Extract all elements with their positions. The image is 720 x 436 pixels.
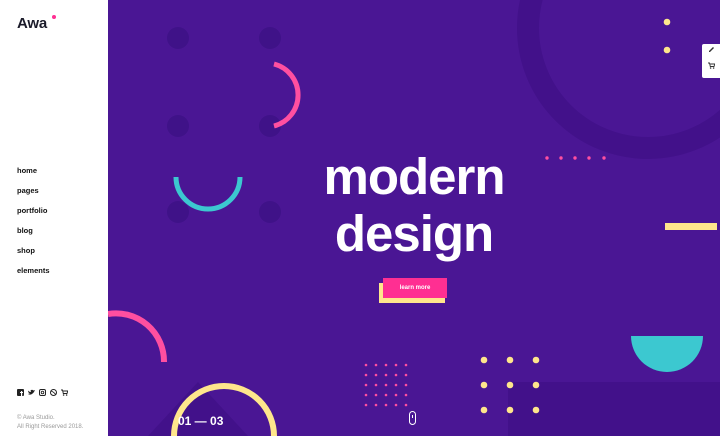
edit-icon[interactable] — [702, 44, 720, 60]
decor-pink-arc-top — [273, 61, 301, 129]
hero-headline-line-2: design — [334, 205, 494, 262]
decor-pink-dot-grid — [364, 363, 408, 407]
slide-counter: 01 — 03 — [178, 414, 224, 428]
decor-pink-arc-bottom — [108, 310, 168, 363]
decor-large-arc — [517, 0, 720, 159]
copyright: © Awa Studio. All Right Reserved 2018. — [17, 414, 83, 432]
copyright-line-2: All Right Reserved 2018. — [17, 424, 84, 430]
hero-slider: modern design learn more 01 — 03 — [108, 0, 720, 436]
dribbble-icon[interactable] — [50, 389, 57, 396]
cart-icon[interactable] — [702, 60, 720, 76]
decor-bottom-block — [508, 382, 720, 436]
side-toolbar — [702, 44, 720, 78]
cart-icon[interactable] — [61, 389, 69, 396]
main-nav: home pages portfolio blog shop elements — [17, 166, 50, 286]
facebook-icon[interactable] — [17, 389, 24, 396]
logo[interactable]: Awa — [17, 15, 47, 32]
twitter-icon[interactable] — [28, 389, 35, 396]
nav-item-portfolio[interactable]: portfolio — [17, 206, 50, 226]
nav-item-home[interactable]: home — [17, 166, 50, 186]
decor-teal-half-circle — [631, 336, 703, 372]
nav-item-blog[interactable]: blog — [17, 226, 50, 246]
learn-more-button[interactable]: learn more — [383, 278, 447, 298]
sidebar: Awa home pages portfolio blog shop eleme… — [0, 0, 108, 436]
scroll-mouse-icon[interactable] — [409, 411, 416, 425]
nav-item-shop[interactable]: shop — [17, 246, 50, 266]
decor-yellow-dots-top — [663, 18, 671, 54]
nav-item-elements[interactable]: elements — [17, 266, 50, 286]
hero-headline-line-1: modern — [323, 148, 505, 205]
social-links — [17, 389, 69, 396]
logo-dot — [52, 15, 56, 19]
nav-item-pages[interactable]: pages — [17, 186, 50, 206]
copyright-line-1: © Awa Studio. — [17, 415, 55, 421]
instagram-icon[interactable] — [39, 389, 46, 396]
